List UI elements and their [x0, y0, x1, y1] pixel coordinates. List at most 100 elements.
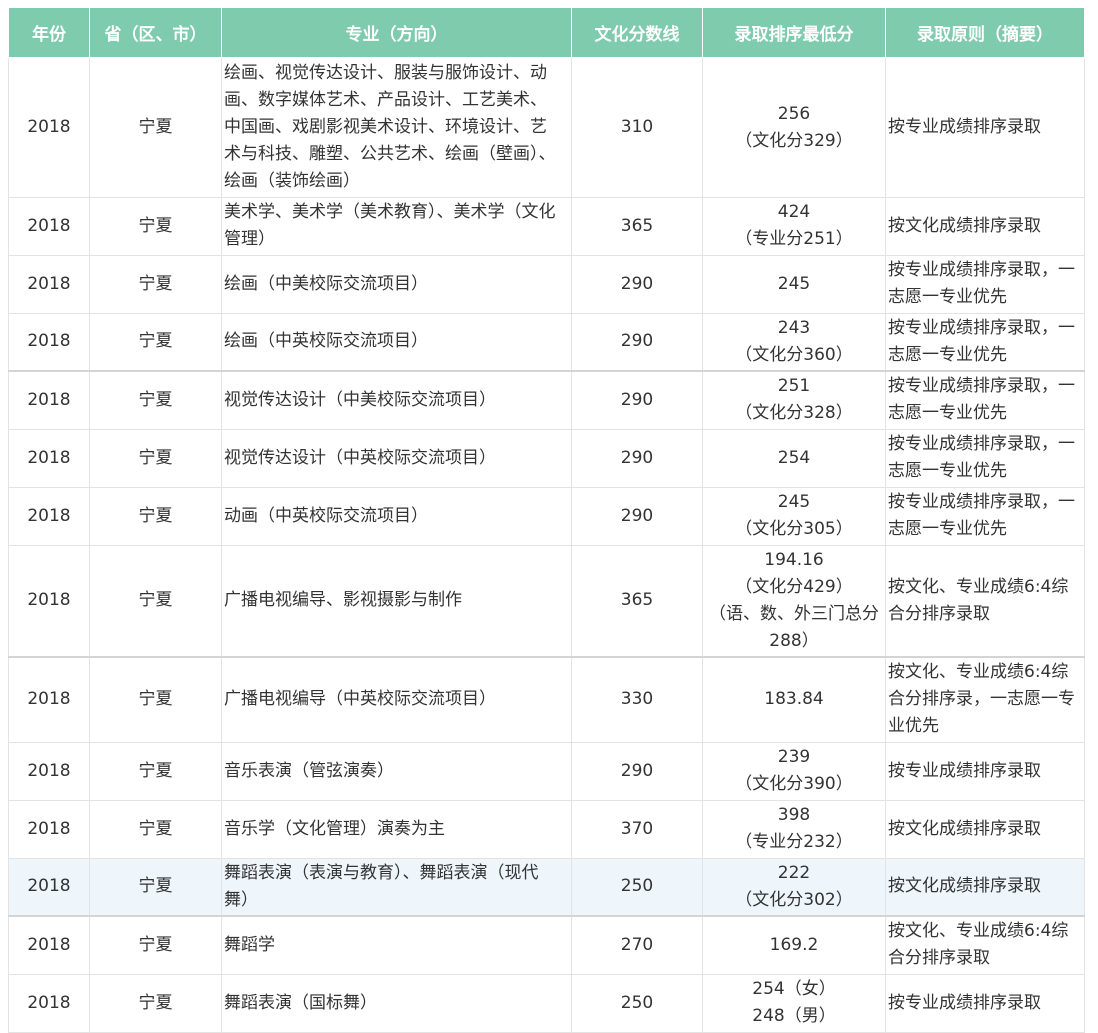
cell-culture-line: 290: [571, 741, 703, 801]
cell-major: 广播电视编导、影视摄影与制作: [221, 544, 572, 658]
min-score-line: 239: [777, 747, 811, 767]
table-row: 2018 宁夏 舞蹈表演（表演与教育）、舞蹈表演（现代舞） 250 222 （文化分302…: [8, 857, 1085, 917]
table-row: 2018 宁夏 音乐学（文化管理）演奏为主 370 398 （专业分232） 按文化成绩排序…: [8, 799, 1085, 859]
cell-year: 2018: [8, 370, 90, 430]
table-row: 2018 宁夏 舞蹈表演（国标舞） 250 254（女） 248（男） 按专业成绩排序录取: [8, 973, 1085, 1033]
table-row: 2018 宁夏 音乐表演（管弦演奏） 290 239 （文化分390） 按专业成绩排序录取: [8, 741, 1085, 801]
cell-principle: 按文化、专业成绩6:4综合分排序录取: [885, 915, 1085, 975]
cell-culture-line: 270: [571, 915, 703, 975]
table-row: 2018 宁夏 广播电视编导、影视摄影与制作 365 194.16 （文化分429） （语、…: [8, 544, 1085, 658]
cell-province: 宁夏: [89, 254, 222, 314]
cell-year: 2018: [8, 486, 90, 546]
cell-major: 绘画、视觉传达设计、服装与服饰设计、动画、数字媒体艺术、产品设计、工艺美术、中国…: [221, 57, 572, 198]
cell-principle: 按专业成绩排序录取: [885, 57, 1085, 198]
cell-province: 宁夏: [89, 857, 222, 917]
cell-principle: 按文化成绩排序录取: [885, 857, 1085, 917]
cell-year: 2018: [8, 254, 90, 314]
cell-min-score: 183.84: [702, 656, 886, 743]
table-row: 2018 宁夏 绘画、视觉传达设计、服装与服饰设计、动画、数字媒体艺术、产品设计、工…: [8, 57, 1085, 198]
table-row: 2018 宁夏 舞蹈学 270 169.2 按文化、专业成绩6:4综合分排序录取: [8, 915, 1085, 975]
header-principle: 录取原则（摘要）: [885, 7, 1085, 59]
min-score-line: （专业分232）: [735, 832, 853, 852]
cell-province: 宁夏: [89, 656, 222, 743]
cell-year: 2018: [8, 915, 90, 975]
cell-major: 舞蹈表演（表演与教育）、舞蹈表演（现代舞）: [221, 857, 572, 917]
cell-year: 2018: [8, 312, 90, 372]
min-score-line: （文化分305）: [735, 519, 853, 539]
cell-province: 宁夏: [89, 915, 222, 975]
cell-major: 绘画（中英校际交流项目）: [221, 312, 572, 372]
cell-culture-line: 290: [571, 486, 703, 546]
cell-min-score: 222 （文化分302）: [702, 857, 886, 917]
cell-principle: 按专业成绩排序录取，一志愿一专业优先: [885, 428, 1085, 488]
cell-major: 视觉传达设计（中美校际交流项目）: [221, 370, 572, 430]
cell-principle: 按文化、专业成绩6:4综合分排序录取: [885, 544, 1085, 658]
cell-min-score: 245: [702, 254, 886, 314]
cell-major: 音乐学（文化管理）演奏为主: [221, 799, 572, 859]
cell-culture-line: 365: [571, 196, 703, 256]
min-score-line: 183.84: [764, 689, 824, 710]
cell-culture-line: 370: [571, 799, 703, 859]
cell-min-score: 194.16 （文化分429） （语、数、外三门总分288）: [702, 544, 886, 658]
cell-major: 舞蹈学: [221, 915, 572, 975]
header-min-score: 录取排序最低分: [702, 7, 886, 59]
cell-year: 2018: [8, 57, 90, 198]
table-row: 2018 宁夏 绘画（中英校际交流项目） 290 243 （文化分360） 按专业成绩排序录…: [8, 312, 1085, 372]
cell-culture-line: 290: [571, 312, 703, 372]
min-score-line: 243: [777, 317, 811, 338]
cell-principle: 按专业成绩排序录取: [885, 741, 1085, 801]
cell-min-score: 398 （专业分232）: [702, 799, 886, 859]
cell-min-score: 424 （专业分251）: [702, 196, 886, 256]
table-row: 2018 宁夏 美术学、美术学（美术教育）、美术学（文化管理） 365 424 （专业分2…: [8, 196, 1085, 256]
cell-culture-line: 250: [571, 973, 703, 1033]
cell-culture-line: 330: [571, 656, 703, 743]
cell-year: 2018: [8, 857, 90, 917]
admission-table-container: 年份 省（区、市） 专业（方向） 文化分数线 录取排序最低分 录取原则（摘要） …: [8, 7, 1085, 1033]
min-score-line: 251: [777, 376, 811, 397]
min-score-line: 254: [777, 447, 811, 468]
cell-culture-line: 365: [571, 544, 703, 658]
cell-culture-line: 290: [571, 254, 703, 314]
header-province: 省（区、市）: [89, 7, 222, 59]
cell-province: 宁夏: [89, 544, 222, 658]
cell-year: 2018: [8, 196, 90, 256]
cell-major: 美术学、美术学（美术教育）、美术学（文化管理）: [221, 196, 572, 256]
cell-min-score: 169.2: [702, 915, 886, 975]
min-score-line: 398: [777, 805, 811, 825]
table-row: 2018 宁夏 视觉传达设计（中英校际交流项目） 290 254 按专业成绩排序录取，一志…: [8, 428, 1085, 488]
cell-major: 音乐表演（管弦演奏）: [221, 741, 572, 801]
min-score-line: （专业分251）: [735, 229, 853, 249]
min-score-line: 424: [777, 202, 811, 222]
cell-year: 2018: [8, 973, 90, 1033]
cell-year: 2018: [8, 544, 90, 658]
table-row: 2018 宁夏 动画（中英校际交流项目） 290 245 （文化分305） 按专业成绩排序录…: [8, 486, 1085, 546]
cell-province: 宁夏: [89, 312, 222, 372]
cell-min-score: 245 （文化分305）: [702, 486, 886, 546]
cell-province: 宁夏: [89, 370, 222, 430]
cell-province: 宁夏: [89, 196, 222, 256]
table-row: 2018 宁夏 视觉传达设计（中美校际交流项目） 290 251 （文化分328） 按专业成…: [8, 370, 1085, 430]
table-row: 2018 宁夏 广播电视编导（中英校际交流项目） 330 183.84 按文化、专业成绩6…: [8, 656, 1085, 743]
cell-min-score: 256 （文化分329）: [702, 57, 886, 198]
min-score-line: 222: [777, 862, 811, 883]
min-score-line: （文化分302）: [735, 889, 853, 910]
cell-province: 宁夏: [89, 799, 222, 859]
cell-major: 动画（中英校际交流项目）: [221, 486, 572, 546]
cell-province: 宁夏: [89, 57, 222, 198]
min-score-line: （语、数、外三门总分288）: [709, 603, 879, 651]
cell-year: 2018: [8, 741, 90, 801]
min-score-line: （文化分328）: [735, 403, 853, 424]
cell-major: 广播电视编导（中英校际交流项目）: [221, 656, 572, 743]
min-score-line: 248（男）: [752, 1006, 836, 1026]
admission-score-table: 年份 省（区、市） 专业（方向） 文化分数线 录取排序最低分 录取原则（摘要） …: [8, 7, 1085, 1033]
cell-province: 宁夏: [89, 428, 222, 488]
table-body: 2018 宁夏 绘画、视觉传达设计、服装与服饰设计、动画、数字媒体艺术、产品设计、工…: [8, 57, 1085, 1033]
cell-year: 2018: [8, 656, 90, 743]
min-score-line: 169.2: [769, 934, 819, 955]
header-major: 专业（方向）: [221, 7, 572, 59]
cell-principle: 按专业成绩排序录取，一志愿一专业优先: [885, 312, 1085, 372]
table-row: 2018 宁夏 绘画（中美校际交流项目） 290 245 按专业成绩排序录取，一志愿一专业…: [8, 254, 1085, 314]
cell-principle: 按文化成绩排序录取: [885, 196, 1085, 256]
cell-principle: 按文化成绩排序录取: [885, 799, 1085, 859]
min-score-line: 256: [777, 103, 811, 124]
